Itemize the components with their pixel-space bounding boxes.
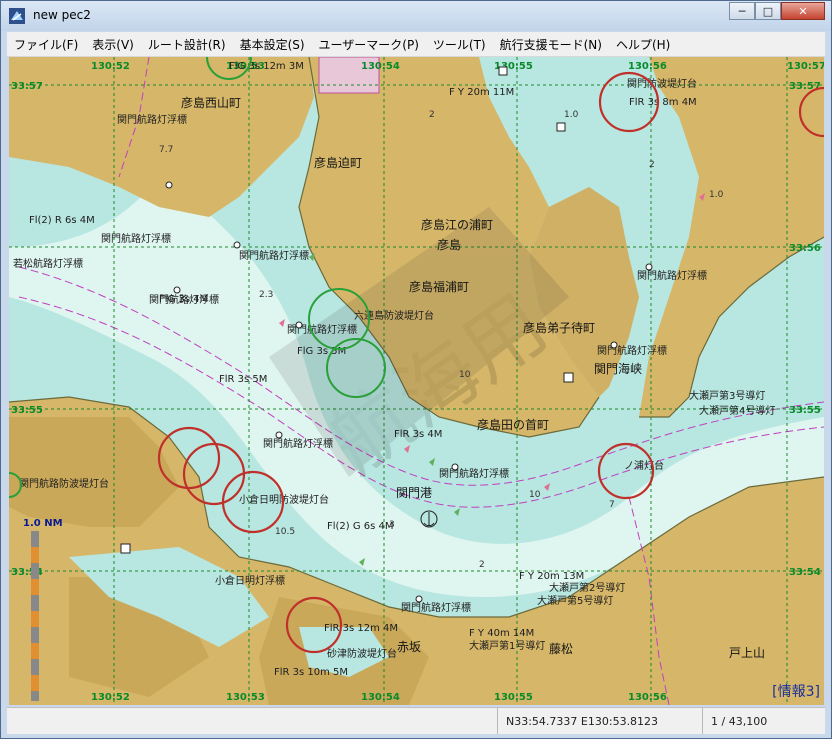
menu-file[interactable]: ファイル(F) <box>7 36 85 53</box>
svg-text:F Y 40m 14M: F Y 40m 14M <box>469 628 534 639</box>
menu-user-mark[interactable]: ユーザーマーク(P) <box>312 36 426 53</box>
svg-text:大瀬戸第3号導灯: 大瀬戸第3号導灯 <box>689 389 765 402</box>
scale-bar <box>31 531 39 701</box>
place-hikoshima-fukuura: 彦島福浦町 <box>409 279 469 294</box>
title-bar[interactable]: new pec2 ─ □ ✕ <box>1 1 831 31</box>
svg-text:10: 10 <box>459 370 471 380</box>
place-hikoshima-tanokubi: 彦島田の首町 <box>477 417 549 432</box>
svg-text:大瀬戸第5号導灯: 大瀬戸第5号導灯 <box>537 594 613 607</box>
svg-text:2: 2 <box>429 110 435 120</box>
svg-text:2: 2 <box>649 160 655 170</box>
svg-text:関門航路灯浮標: 関門航路灯浮標 <box>101 232 171 245</box>
place-hikoshima-enoura: 彦島江の浦町 <box>421 217 493 232</box>
svg-text:33:54: 33:54 <box>789 567 821 578</box>
chart-scale: 1 / 43,100 <box>702 708 825 734</box>
nautical-chart[interactable]: 航海用 130:52 130:53 130:54 130:55 130:56 1… <box>9 57 824 705</box>
svg-text:FlR 3s 8m 4M: FlR 3s 8m 4M <box>629 97 697 108</box>
svg-text:小倉日明灯浮標: 小倉日明灯浮標 <box>215 574 285 587</box>
svg-text:7.7: 7.7 <box>159 145 173 155</box>
svg-text:関門防波堤灯台: 関門防波堤灯台 <box>627 77 697 90</box>
app-icon <box>9 8 25 24</box>
svg-text:33:57: 33:57 <box>11 81 43 92</box>
status-bar: N33:54.7337 E130:53.8123 1 / 43,100 <box>7 707 825 734</box>
svg-text:130:54: 130:54 <box>361 692 400 703</box>
svg-text:大瀬戸第4号導灯: 大瀬戸第4号導灯 <box>699 404 775 417</box>
svg-text:F Y 20m 13M: F Y 20m 13M <box>519 571 584 582</box>
place-kanmon-port: 関門港 <box>396 486 432 500</box>
place-akasaka: 赤坂 <box>397 640 421 654</box>
svg-text:130:57: 130:57 <box>787 61 824 72</box>
svg-text:Fl(2) G 6s 4M: Fl(2) G 6s 4M <box>327 521 394 532</box>
place-hikoshima-deshimachi: 彦島弟子待町 <box>523 320 595 335</box>
info-button[interactable]: [情報3] <box>772 681 820 701</box>
svg-text:関門航路灯浮標: 関門航路灯浮標 <box>239 249 309 262</box>
svg-text:FlG 3s 12m 3M: FlG 3s 12m 3M <box>229 61 304 72</box>
svg-text:砂津防波堤灯台: 砂津防波堤灯台 <box>327 647 397 660</box>
place-hikoshima-nishiyama: 彦島西山町 <box>181 95 241 110</box>
svg-text:大瀬戸第1号導灯: 大瀬戸第1号導灯 <box>469 639 545 652</box>
menu-route-design[interactable]: ルート設計(R) <box>141 36 233 53</box>
place-togamiyama: 戸上山 <box>729 646 765 660</box>
svg-text:関門航路灯浮標: 関門航路灯浮標 <box>401 601 471 614</box>
svg-text:33:55: 33:55 <box>789 405 821 416</box>
svg-text:F Y 20m 11M: F Y 20m 11M <box>449 87 514 98</box>
svg-text:130:54: 130:54 <box>361 61 400 72</box>
cursor-coordinates: N33:54.7337 E130:53.8123 <box>497 708 702 734</box>
maximize-button[interactable]: □ <box>755 2 781 20</box>
minimize-button[interactable]: ─ <box>729 2 755 20</box>
svg-text:130:52: 130:52 <box>91 692 130 703</box>
svg-text:ノ浦灯台: ノ浦灯台 <box>624 459 664 472</box>
chart-canvas[interactable]: 航海用 130:52 130:53 130:54 130:55 130:56 1… <box>9 57 824 705</box>
menu-help[interactable]: ヘルプ(H) <box>609 36 677 53</box>
svg-text:1.0: 1.0 <box>564 110 579 120</box>
svg-text:FlG 3s 5M: FlG 3s 5M <box>297 346 346 357</box>
svg-text:Fl(2) R 6s 4M: Fl(2) R 6s 4M <box>29 215 95 226</box>
menu-basic-settings[interactable]: 基本設定(S) <box>233 36 312 53</box>
svg-text:関門航路灯浮標: 関門航路灯浮標 <box>263 437 333 450</box>
svg-text:関門航路防波堤灯台: 関門航路防波堤灯台 <box>19 477 109 490</box>
svg-text:10: 10 <box>529 490 541 500</box>
window-title: new pec2 <box>33 8 91 22</box>
svg-text:六連島防波堤灯台: 六連島防波堤灯台 <box>354 309 434 322</box>
svg-text:関門航路灯浮標: 関門航路灯浮標 <box>439 467 509 480</box>
place-fujimatsu: 藤松 <box>549 642 573 656</box>
menu-bar: ファイル(F) 表示(V) ルート設計(R) 基本設定(S) ユーザーマーク(P… <box>7 32 825 57</box>
application-window: new pec2 ─ □ ✕ ファイル(F) 表示(V) ルート設計(R) 基本… <box>0 0 832 739</box>
svg-text:関門航路灯浮標: 関門航路灯浮標 <box>597 344 667 357</box>
scale-bar-label: 1.0 NM <box>23 518 63 529</box>
svg-text:33:56: 33:56 <box>789 243 821 254</box>
svg-text:FlR 3s 10m 5M: FlR 3s 10m 5M <box>274 667 348 678</box>
svg-text:関門航路灯浮標: 関門航路灯浮標 <box>637 269 707 282</box>
status-spacer <box>7 708 497 734</box>
place-hikoshima: 彦島 <box>437 237 461 252</box>
place-kanmon-strait: 関門海峡 <box>594 361 642 376</box>
svg-text:3: 3 <box>389 520 395 530</box>
menu-navigation-mode[interactable]: 航行支援モード(N) <box>493 36 609 53</box>
svg-text:若松航路灯浮標: 若松航路灯浮標 <box>13 257 83 270</box>
svg-text:FlR 3s 4M: FlR 3s 4M <box>394 429 442 440</box>
menu-tools[interactable]: ツール(T) <box>426 36 493 53</box>
close-button[interactable]: ✕ <box>781 2 825 20</box>
svg-text:1.0: 1.0 <box>709 190 724 200</box>
svg-text:FlR 3s 5M: FlR 3s 5M <box>219 374 267 385</box>
svg-text:FlG 3s 4M: FlG 3s 4M <box>159 294 208 305</box>
svg-text:130:56: 130:56 <box>628 692 667 703</box>
svg-text:大瀬戸第2号導灯: 大瀬戸第2号導灯 <box>549 581 625 594</box>
place-hikoshima-sakomachi: 彦島迫町 <box>314 155 362 170</box>
svg-text:7: 7 <box>609 500 615 510</box>
svg-text:130:53: 130:53 <box>226 692 265 703</box>
svg-text:130:55: 130:55 <box>494 692 533 703</box>
svg-text:130:52: 130:52 <box>91 61 130 72</box>
svg-text:2: 2 <box>479 560 485 570</box>
svg-text:33:55: 33:55 <box>11 405 43 416</box>
svg-text:2.3: 2.3 <box>259 290 273 300</box>
svg-text:FlR 3s 12m 4M: FlR 3s 12m 4M <box>324 623 398 634</box>
menu-view[interactable]: 表示(V) <box>85 36 141 53</box>
svg-text:関門航路灯浮標: 関門航路灯浮標 <box>117 113 187 126</box>
svg-text:10.5: 10.5 <box>275 527 295 537</box>
svg-text:130:56: 130:56 <box>628 61 667 72</box>
